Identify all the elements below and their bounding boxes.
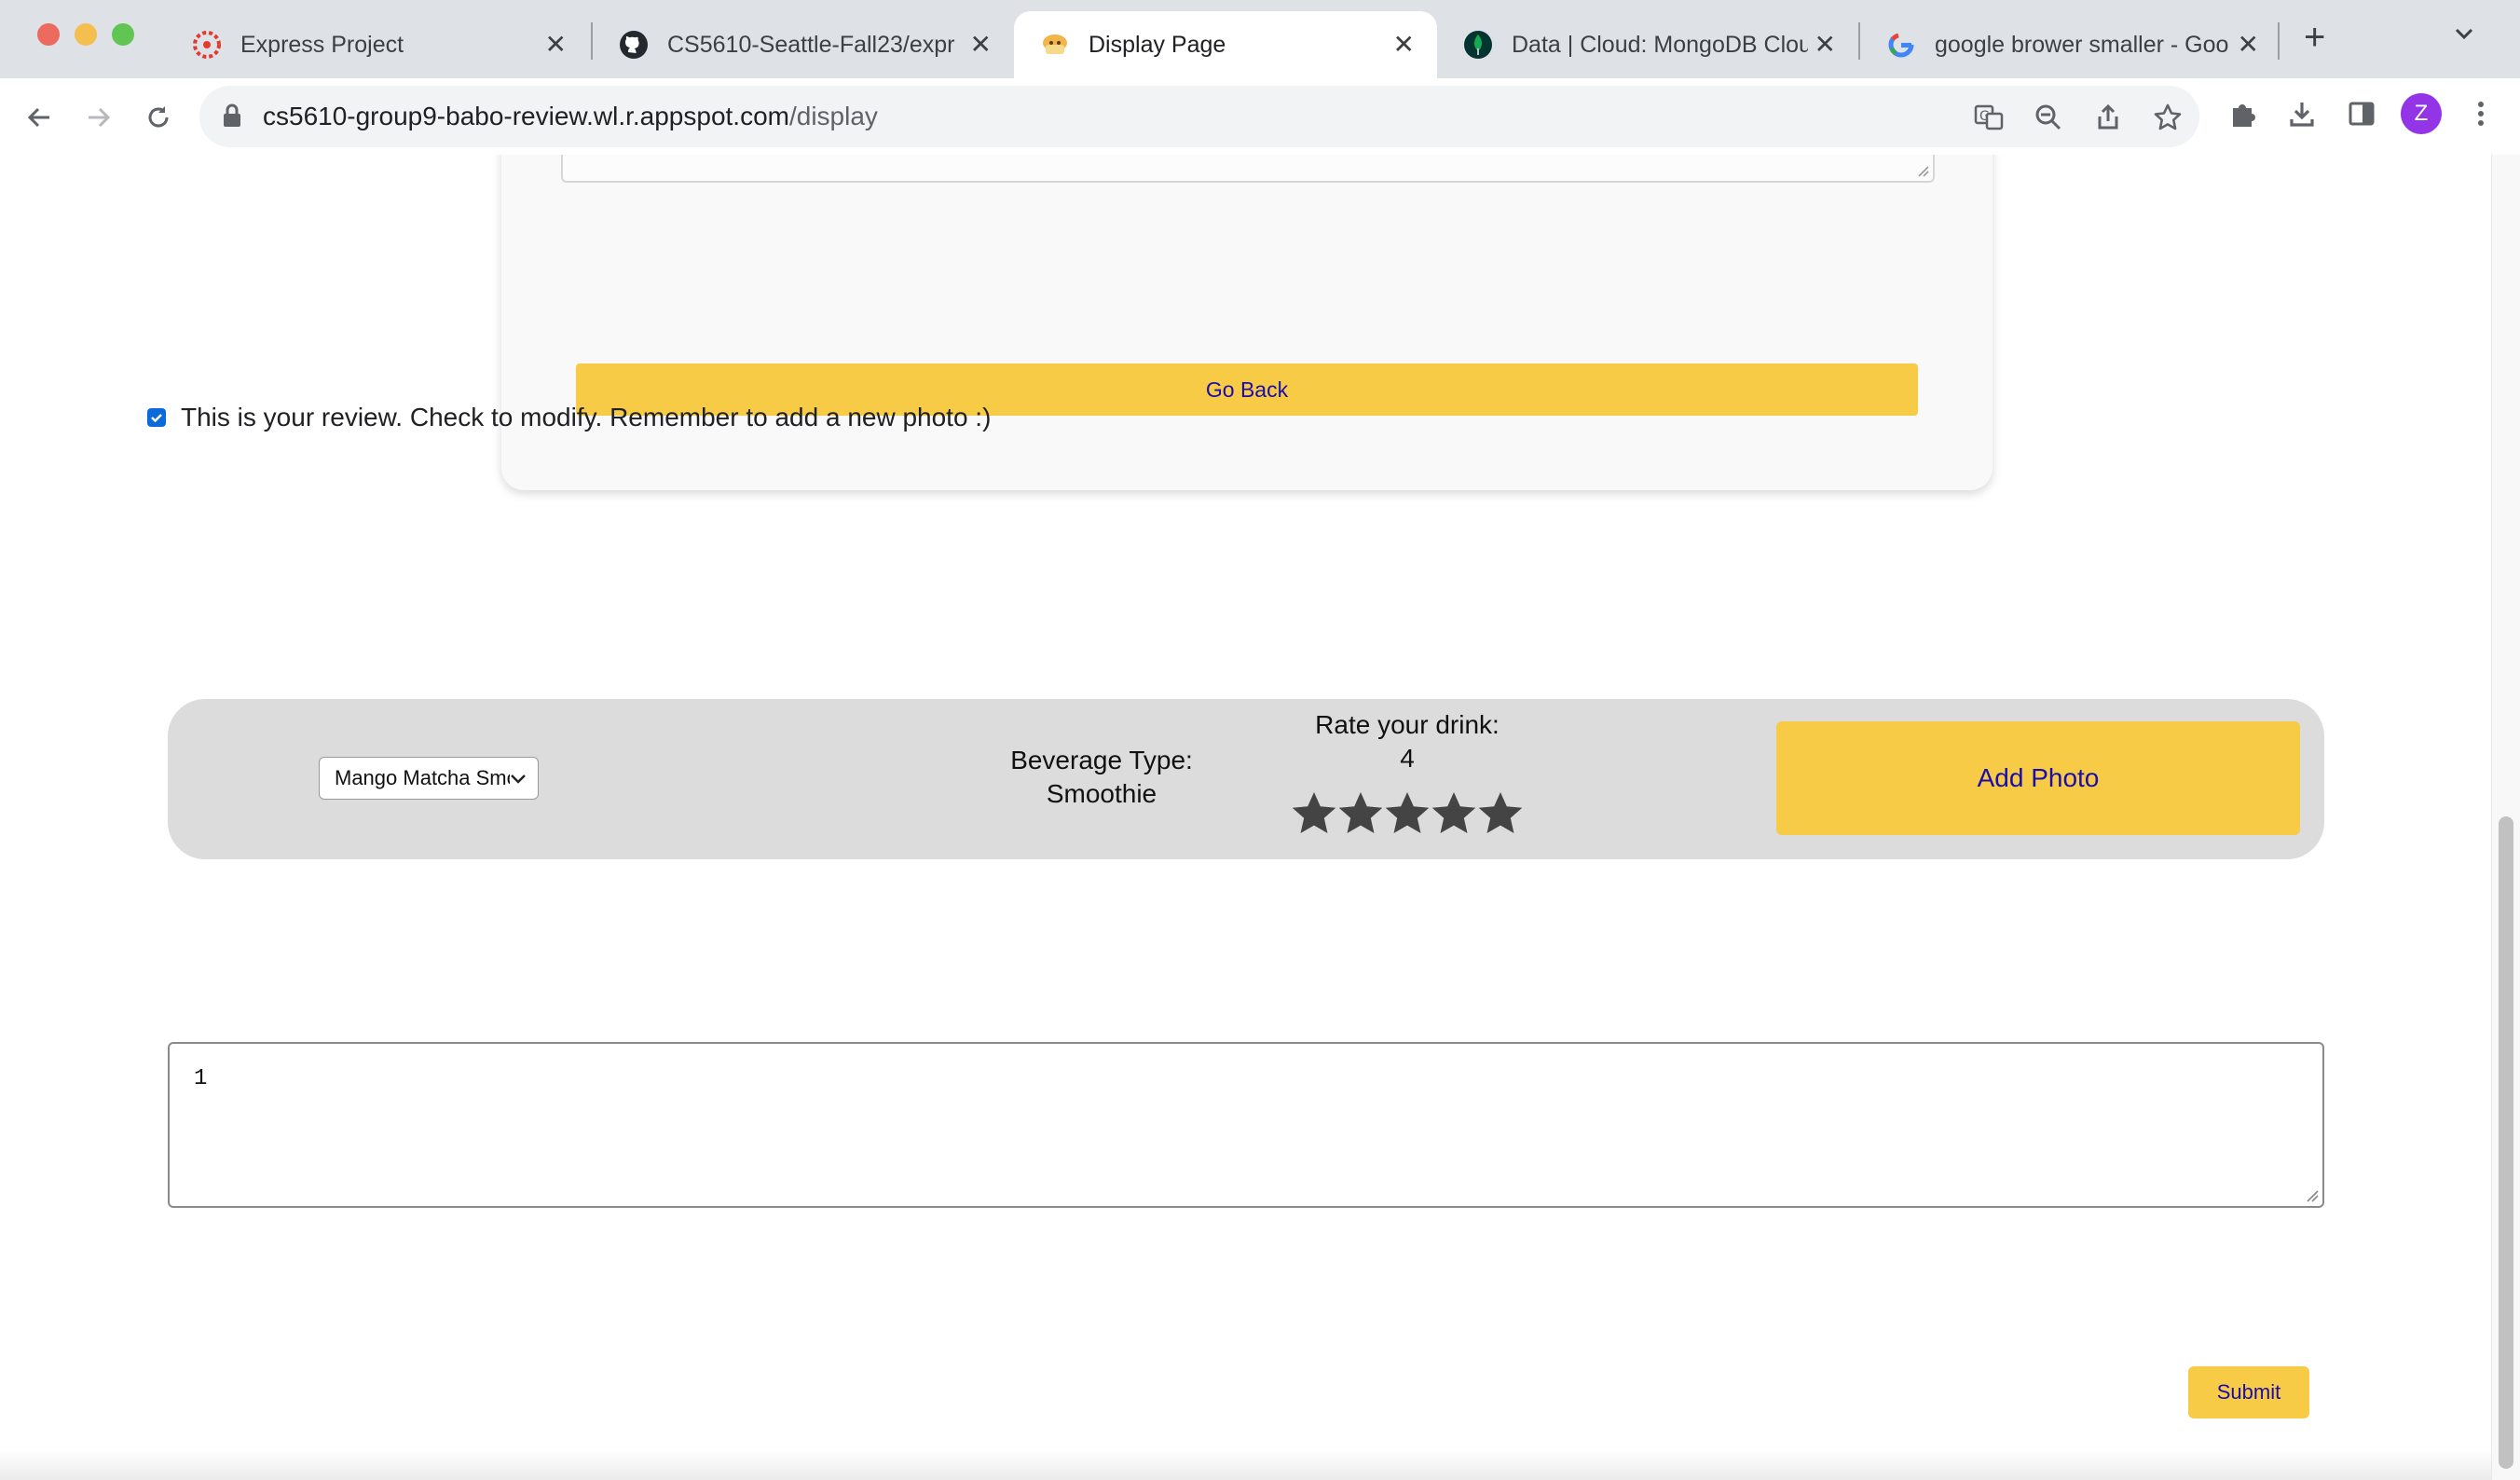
bookmark-star-icon[interactable] [2151, 101, 2184, 134]
forward-arrow-icon[interactable] [76, 95, 121, 140]
star-rating[interactable] [1277, 790, 1538, 839]
tab-title: Display Page [1089, 31, 1226, 58]
tab-express-project[interactable]: Express Project ✕ [166, 11, 589, 78]
rating-value: 4 [1400, 744, 1415, 773]
close-icon[interactable]: ✕ [2238, 32, 2259, 58]
review-form-panel: Mango Matcha Smoothie Beverage Type: Smo… [168, 699, 2324, 859]
more-menu-icon[interactable] [2460, 93, 2501, 134]
share-icon[interactable] [2091, 101, 2125, 134]
star-icon[interactable] [1431, 790, 1477, 837]
back-arrow-icon[interactable] [17, 95, 62, 140]
window-close-button[interactable] [37, 23, 60, 46]
reload-icon[interactable] [136, 95, 181, 140]
star-icon[interactable] [1291, 790, 1337, 837]
tab-search-chevron-icon[interactable] [2453, 22, 2475, 51]
tab-title: CS5610-Seattle-Fall23/expr [667, 31, 955, 58]
url-path: /display [788, 102, 878, 130]
comment-textarea[interactable]: 1 [168, 1042, 2324, 1208]
submit-button[interactable]: Submit [2188, 1366, 2309, 1418]
tab-display-page[interactable]: Display Page ✕ [1014, 11, 1437, 78]
close-icon[interactable]: ✕ [1815, 32, 1836, 58]
mongodb-leaf-icon [1463, 30, 1493, 60]
tab-github-repo[interactable]: CS5610-Seattle-Fall23/expr ✕ [593, 11, 1014, 78]
scrollbar-thumb[interactable] [2499, 816, 2513, 1469]
translate-icon[interactable]: G [1972, 101, 2006, 134]
url-host: cs5610-group9-babo-review.wl.r.appspot.c… [263, 102, 789, 130]
drink-select[interactable]: Mango Matcha Smoothie [319, 757, 539, 800]
tab-title: google brower smaller - Goo [1935, 31, 2229, 58]
modify-checkbox[interactable] [147, 408, 166, 427]
bottom-fade [0, 1450, 2492, 1480]
chevron-down-icon [506, 766, 530, 795]
rating-label: Rate your drink: [1315, 710, 1500, 739]
add-photo-button[interactable]: Add Photo [1776, 721, 2300, 835]
window-minimize-button[interactable] [75, 23, 97, 46]
tab-title: Express Project [240, 31, 404, 58]
comment-text: 1 [194, 1066, 208, 1091]
github-icon [619, 30, 649, 60]
side-panel-icon[interactable] [2341, 93, 2382, 134]
tab-google-search[interactable]: google brower smaller - Goo ✕ [1860, 11, 2281, 78]
profile-avatar[interactable]: Z [2401, 93, 2442, 134]
address-bar[interactable]: cs5610-group9-babo-review.wl.r.appspot.c… [199, 86, 2199, 147]
resize-handle-icon[interactable] [1916, 164, 1929, 177]
extensions-puzzle-icon[interactable] [2222, 93, 2263, 134]
modify-review-row: This is your review. Check to modify. Re… [147, 403, 991, 432]
bubble-tea-icon [1040, 30, 1070, 60]
browser-toolbar: cs5610-group9-babo-review.wl.r.appspot.c… [0, 78, 2520, 157]
lock-icon[interactable] [222, 103, 242, 133]
review-detail-card: Go Back [501, 155, 1993, 490]
resize-handle-icon[interactable] [2304, 1187, 2319, 1202]
google-g-icon [1886, 30, 1916, 60]
star-icon[interactable] [1384, 790, 1431, 837]
url-text: cs5610-group9-babo-review.wl.r.appspot.c… [263, 102, 878, 131]
download-icon[interactable] [2281, 93, 2322, 134]
review-textarea[interactable] [561, 155, 1935, 183]
close-icon[interactable]: ✕ [970, 32, 992, 58]
rating-section: Rate your drink: 4 [1221, 708, 1594, 775]
star-icon[interactable] [1477, 790, 1524, 837]
page-viewport: Go Back This is your review. Check to mo… [0, 155, 2520, 1480]
close-icon[interactable]: ✕ [1393, 32, 1415, 58]
window-zoom-button[interactable] [112, 23, 134, 46]
canvas-logo-icon [192, 30, 222, 60]
vertical-scrollbar[interactable] [2491, 155, 2520, 1480]
tab-divider [2278, 22, 2280, 60]
star-icon[interactable] [1337, 790, 1384, 837]
drink-select-value: Mango Matcha Smoothie [335, 766, 510, 789]
modify-checkbox-label: This is your review. Check to modify. Re… [181, 403, 992, 432]
zoom-out-icon[interactable] [2032, 101, 2065, 134]
close-icon[interactable]: ✕ [545, 32, 567, 58]
checkmark-icon [151, 414, 162, 423]
new-tab-plus-icon[interactable]: + [2304, 19, 2325, 56]
tab-mongodb[interactable]: Data | Cloud: MongoDB Clou ✕ [1437, 11, 1858, 78]
browser-tab-strip: Express Project ✕ CS5610-Seattle-Fall23/… [0, 0, 2520, 78]
tab-title: Data | Cloud: MongoDB Clou [1512, 31, 1808, 58]
